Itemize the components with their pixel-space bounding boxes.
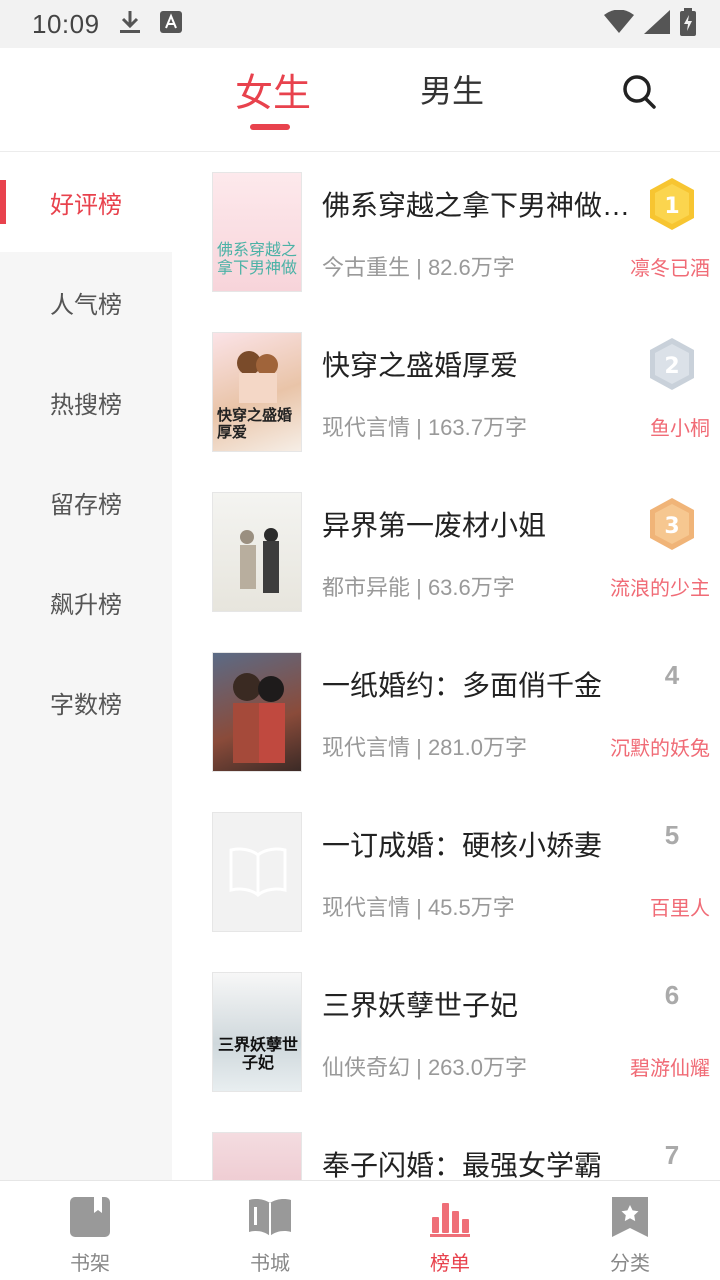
rank-number: 5 bbox=[664, 820, 680, 850]
cover-illustration bbox=[237, 351, 278, 403]
tab-female[interactable]: 女生 bbox=[235, 62, 311, 117]
gold-medal-icon: 1 bbox=[650, 178, 694, 230]
book-author: 鱼小桐 bbox=[650, 418, 710, 440]
rank-number: 3 bbox=[664, 514, 679, 539]
list-item[interactable]: 佛系穿越之拿下男神做 佛系穿越之拿下男神做老公 今古重生 | 82.6万字 1 … bbox=[172, 152, 720, 312]
nav-bookstore[interactable]: 书城 bbox=[180, 1181, 360, 1280]
bookmark-book-icon bbox=[70, 1197, 110, 1237]
book-author: 碧游仙耀 bbox=[630, 1058, 710, 1080]
bottom-nav: 书架 书城 榜单 分类 bbox=[0, 1180, 720, 1280]
app-notification-icon bbox=[159, 10, 182, 38]
sidebar-item-label: 人气榜 bbox=[50, 291, 122, 319]
sidebar-item-label: 好评榜 bbox=[50, 191, 122, 219]
cover-title: 快穿之盛婚厚爱 bbox=[217, 407, 293, 441]
tab-male[interactable]: 男生 bbox=[420, 66, 484, 112]
download-icon bbox=[118, 9, 142, 40]
book-title: 三界妖孽世子妃 bbox=[322, 990, 519, 1021]
star-bookmark-icon bbox=[612, 1197, 648, 1237]
book-meta: 现代言情 | 45.5万字 bbox=[322, 895, 515, 920]
search-icon bbox=[623, 75, 656, 109]
status-bar: 10:09 bbox=[0, 0, 720, 48]
ranking-sidebar: 好评榜 人气榜 热搜榜 留存榜 飙升榜 字数榜 bbox=[0, 152, 172, 1180]
bronze-medal-icon: 3 bbox=[650, 498, 694, 550]
list-item[interactable]: 快穿之盛婚厚爱 快穿之盛婚厚爱 现代言情 | 163.7万字 2 鱼小桐 bbox=[172, 312, 720, 472]
book-meta: 现代言情 | 163.7万字 bbox=[322, 415, 527, 440]
ranking-list: 佛系穿越之拿下男神做 佛系穿越之拿下男神做老公 今古重生 | 82.6万字 1 … bbox=[172, 152, 720, 1180]
book-meta: 现代言情 | 281.0万字 bbox=[322, 735, 527, 760]
nav-label: 书城 bbox=[250, 1253, 290, 1275]
nav-category[interactable]: 分类 bbox=[540, 1181, 720, 1280]
wifi-icon bbox=[604, 9, 634, 39]
list-item[interactable]: 奉子闪婚：最强女学霸 7 bbox=[172, 1112, 720, 1180]
open-book-placeholder-icon bbox=[229, 847, 287, 897]
sidebar-item-label: 热搜榜 bbox=[50, 391, 122, 419]
book-title: 异界第一废材小姐 bbox=[322, 510, 547, 541]
top-tab-bar: 女生 男生 bbox=[0, 48, 720, 152]
book-meta: 仙侠奇幻 | 263.0万字 bbox=[322, 1055, 527, 1080]
status-time: 10:09 bbox=[32, 8, 100, 39]
book-title: 奉子闪婚：最强女学霸 bbox=[322, 1150, 603, 1180]
list-item[interactable]: 三界妖孽世子妃 三界妖孽世子妃 仙侠奇幻 | 263.0万字 6 碧游仙耀 bbox=[172, 952, 720, 1112]
book-cover-placeholder bbox=[212, 812, 302, 932]
rank-number: 7 bbox=[664, 1140, 680, 1170]
list-item[interactable]: 异界第一废材小姐 都市异能 | 63.6万字 3 流浪的少主 bbox=[172, 472, 720, 632]
sidebar-item-label: 飙升榜 bbox=[50, 591, 122, 619]
sidebar-item-label: 字数榜 bbox=[50, 691, 122, 719]
nav-ranking[interactable]: 榜单 bbox=[360, 1181, 540, 1280]
cover-illustration bbox=[240, 528, 279, 593]
book-author: 凛冬已酒 bbox=[630, 258, 710, 280]
rank-number: 6 bbox=[664, 980, 680, 1010]
active-tab-indicator bbox=[250, 124, 290, 130]
book-author: 百里人 bbox=[650, 898, 710, 920]
book-author: 沉默的妖兔 bbox=[610, 738, 710, 760]
book-meta: 都市异能 | 63.6万字 bbox=[322, 575, 515, 600]
book-author: 流浪的少主 bbox=[610, 578, 710, 600]
battery-charging-icon bbox=[680, 7, 696, 41]
book-title: 佛系穿越之拿下男神做老公 bbox=[322, 190, 652, 221]
cover-title: 佛系穿越之拿下男神做 bbox=[217, 240, 298, 277]
sidebar-item-popularity[interactable]: 人气榜 bbox=[0, 252, 172, 352]
book-cover: 佛系穿越之拿下男神做 bbox=[212, 172, 302, 292]
bar-chart-icon bbox=[430, 1203, 470, 1237]
sidebar-item-retention[interactable]: 留存榜 bbox=[0, 452, 172, 552]
list-item[interactable]: 一订成婚：硬核小娇妻 现代言情 | 45.5万字 5 百里人 bbox=[172, 792, 720, 952]
book-title: 一订成婚：硬核小娇妻 bbox=[322, 830, 603, 861]
nav-bookshelf[interactable]: 书架 bbox=[0, 1181, 180, 1280]
search-button[interactable] bbox=[620, 72, 660, 112]
book-cover: 三界妖孽世子妃 bbox=[212, 972, 302, 1092]
open-book-icon bbox=[249, 1199, 291, 1236]
sidebar-item-rising[interactable]: 飙升榜 bbox=[0, 552, 172, 652]
sidebar-item-hot-search[interactable]: 热搜榜 bbox=[0, 352, 172, 452]
nav-label: 榜单 bbox=[430, 1253, 470, 1275]
book-cover bbox=[212, 492, 302, 612]
book-title: 一纸婚约：多面俏千金 bbox=[322, 670, 603, 701]
book-cover: 快穿之盛婚厚爱 bbox=[212, 332, 302, 452]
sidebar-item-label: 留存榜 bbox=[50, 491, 122, 519]
cover-illustration bbox=[233, 673, 285, 763]
nav-label: 分类 bbox=[610, 1253, 650, 1275]
sidebar-item-good-reviews[interactable]: 好评榜 bbox=[0, 152, 172, 252]
sidebar-item-word-count[interactable]: 字数榜 bbox=[0, 652, 172, 752]
cover-title: 三界妖孽世子妃 bbox=[217, 1037, 298, 1072]
book-title: 快穿之盛婚厚爱 bbox=[322, 350, 519, 381]
book-meta: 今古重生 | 82.6万字 bbox=[322, 255, 515, 280]
rank-number: 2 bbox=[664, 354, 679, 379]
book-cover bbox=[212, 652, 302, 772]
rank-number: 1 bbox=[664, 194, 679, 219]
list-item[interactable]: 一纸婚约：多面俏千金 现代言情 | 281.0万字 4 沉默的妖兔 bbox=[172, 632, 720, 792]
rank-number: 4 bbox=[664, 660, 680, 690]
nav-label: 书架 bbox=[70, 1253, 110, 1275]
signal-icon bbox=[644, 9, 670, 39]
book-cover bbox=[212, 1132, 302, 1180]
silver-medal-icon: 2 bbox=[650, 338, 694, 390]
